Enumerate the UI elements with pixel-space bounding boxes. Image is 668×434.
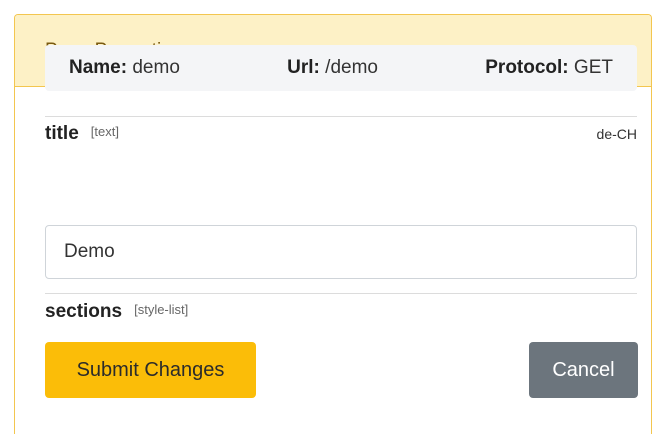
page-info-bar: Name: demo Url: /demo Protocol: GET	[45, 45, 637, 91]
title-input[interactable]	[45, 225, 637, 279]
info-url: Url: /demo	[287, 57, 378, 79]
info-url-key: Url:	[287, 57, 320, 78]
field-title-type: [text]	[90, 124, 119, 139]
info-name-value: demo	[132, 57, 180, 78]
info-protocol: Protocol: GET	[485, 57, 613, 79]
field-title-name: title	[45, 123, 79, 144]
cancel-button[interactable]: Cancel	[529, 342, 638, 398]
divider	[45, 116, 637, 117]
info-url-value: /demo	[325, 57, 378, 78]
field-title-label-row: title [text] de-CH	[45, 123, 637, 145]
field-sections-type: [style-list]	[134, 302, 189, 317]
submit-changes-button[interactable]: Submit Changes	[45, 342, 256, 398]
info-name-key: Name:	[69, 57, 128, 78]
info-protocol-key: Protocol:	[485, 57, 569, 78]
divider	[45, 293, 637, 294]
field-sections-label-row: sections [style-list]	[45, 301, 637, 323]
field-sections-name: sections	[45, 301, 123, 322]
field-title-locale: de-CH	[596, 126, 637, 142]
info-name: Name: demo	[69, 57, 180, 79]
page-properties-panel: Page Properties Name: demo Url: /demo Pr…	[14, 14, 652, 434]
info-protocol-value: GET	[573, 57, 613, 78]
